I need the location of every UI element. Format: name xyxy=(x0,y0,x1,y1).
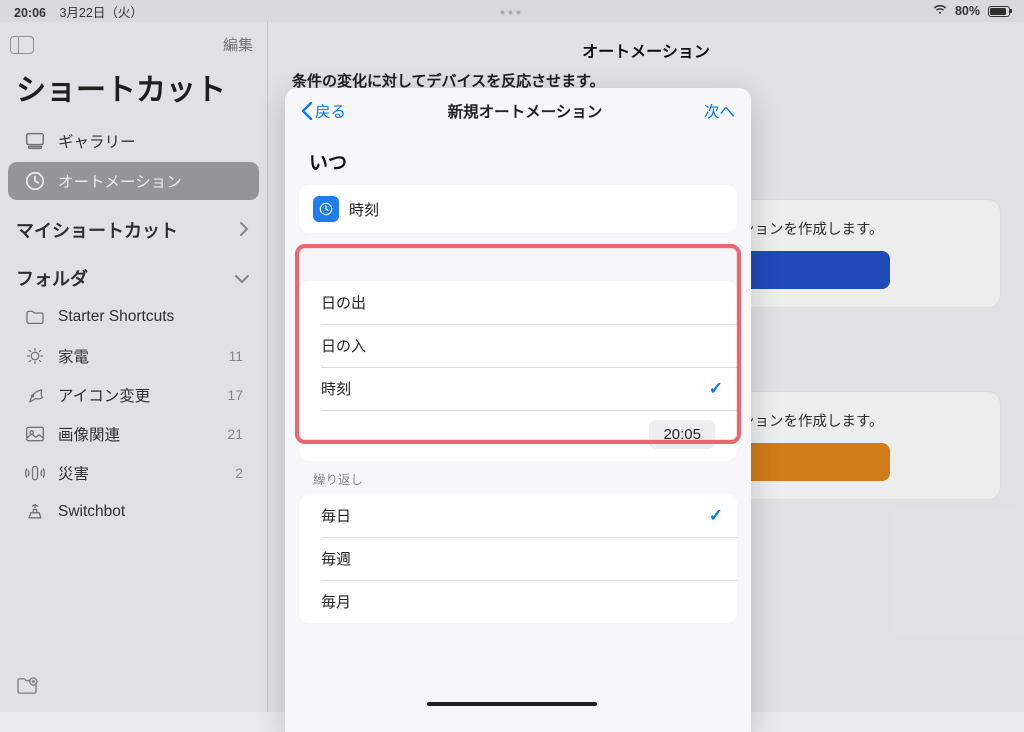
time-option-row[interactable]: 日の入 xyxy=(299,324,737,367)
repeat-option-row[interactable]: 毎日 ✓ xyxy=(299,494,737,537)
time-option-row[interactable]: 日の出 xyxy=(299,281,737,324)
row-label: 時刻 xyxy=(349,199,379,220)
checkmark-icon: ✓ xyxy=(709,506,723,526)
home-indicator[interactable] xyxy=(427,702,597,706)
section-repeat: 繰り返し xyxy=(285,463,751,492)
repeat-option-row[interactable]: 毎月 xyxy=(299,580,737,623)
back-label: 戻る xyxy=(315,100,346,122)
option-label: 時刻 xyxy=(321,378,351,399)
time-trigger-row[interactable]: 時刻 xyxy=(299,185,737,233)
clock-icon xyxy=(313,196,339,222)
checkmark-icon: ✓ xyxy=(709,379,723,399)
option-label: 日の出 xyxy=(321,292,366,313)
time-value-row[interactable]: 20:05 xyxy=(299,410,737,461)
option-label: 毎週 xyxy=(321,548,351,569)
repeat-option-row[interactable]: 毎週 xyxy=(299,537,737,580)
next-button[interactable]: 次へ xyxy=(704,100,735,122)
sheet-title: 新規オートメーション xyxy=(448,100,603,122)
time-options-group: 日の出日の入時刻 ✓ 20:05 xyxy=(299,281,737,461)
section-when: いつ xyxy=(285,138,751,183)
option-label: 毎月 xyxy=(321,591,351,612)
new-automation-sheet: 戻る 新規オートメーション 次へ いつ 時刻 日の出日の入時刻✓20:05 繰り… xyxy=(285,88,751,732)
trigger-row: 時刻 xyxy=(299,185,737,233)
option-label: 日の入 xyxy=(321,335,366,356)
time-option-row[interactable]: 時刻 ✓ xyxy=(299,367,737,410)
option-label: 毎日 xyxy=(321,505,351,526)
time-picker[interactable]: 20:05 xyxy=(649,420,715,449)
back-button[interactable]: 戻る xyxy=(301,100,346,122)
repeat-options-group: 毎日 ✓ 毎週毎月 xyxy=(299,494,737,623)
